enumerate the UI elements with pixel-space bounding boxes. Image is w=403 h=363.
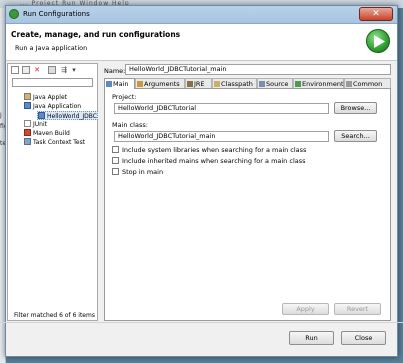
tab-common[interactable]: Common xyxy=(344,78,391,88)
revert-button[interactable]: Revert xyxy=(334,303,381,315)
tree-item-java-applet[interactable]: Java Applet xyxy=(24,93,67,102)
maven-icon xyxy=(24,129,31,136)
duplicate-icon[interactable] xyxy=(22,66,30,74)
tree-toolbar: ✕ ⇶ ▾ xyxy=(9,65,98,76)
java-application-icon xyxy=(38,112,45,119)
checkbox-box[interactable] xyxy=(112,157,119,164)
main-class-field[interactable]: HelloWorld_JDBCTutorial_main xyxy=(114,131,329,142)
filter-input[interactable] xyxy=(12,78,93,87)
include-system-libraries-checkbox[interactable]: Include system libraries when searching … xyxy=(112,146,306,155)
jre-icon xyxy=(187,81,193,87)
tab-environment[interactable]: Environment xyxy=(293,78,344,88)
task-icon xyxy=(24,138,31,145)
project-label: Project: xyxy=(112,93,137,101)
apply-button[interactable]: Apply xyxy=(282,303,329,315)
name-label: Name: xyxy=(104,67,126,75)
include-inherited-mains-checkbox[interactable]: Include inherited mains when searching f… xyxy=(112,157,306,166)
tab-source[interactable]: Source xyxy=(257,78,293,88)
configuration-tree-pane: ✕ ⇶ ▾ Java Applet Java Application Hello… xyxy=(7,63,98,321)
classpath-icon xyxy=(214,81,220,87)
config-tabs: Main Arguments JRE Classpath Source Envi… xyxy=(104,78,391,89)
name-field[interactable]: HelloWorld_JDBCTutorial_main xyxy=(125,64,391,75)
close-button[interactable]: Close xyxy=(341,331,386,345)
search-button[interactable]: Search... xyxy=(334,130,377,142)
tree-item-helloworld-config[interactable]: HelloWorld_JDBC xyxy=(37,111,98,120)
tab-arguments[interactable]: Arguments xyxy=(135,78,185,88)
tab-jre[interactable]: JRE xyxy=(185,78,212,88)
junit-icon xyxy=(24,120,31,127)
stop-in-main-checkbox[interactable]: Stop in main xyxy=(112,168,163,177)
title-bar[interactable]: Run Configurations ✕ xyxy=(6,6,397,24)
tab-main[interactable]: Main xyxy=(104,78,135,89)
filter-status: Filter matched 6 of 6 items xyxy=(14,312,95,319)
filter-icon[interactable]: ⇶ xyxy=(60,66,68,74)
collapse-all-icon[interactable] xyxy=(48,66,56,74)
main-tab-icon xyxy=(106,81,112,87)
tab-classpath[interactable]: Classpath xyxy=(212,78,257,88)
project-field[interactable]: HelloWorld_JDBCTutorial xyxy=(114,103,329,114)
new-configuration-icon[interactable] xyxy=(11,66,19,74)
environment-icon xyxy=(295,81,301,87)
footer-divider xyxy=(0,322,403,323)
source-icon xyxy=(259,81,265,87)
checkbox-box[interactable] xyxy=(112,146,119,153)
background-fragment: J xyxy=(0,112,2,119)
window-title: Run Configurations xyxy=(23,10,90,18)
main-class-label: Main class: xyxy=(112,121,148,129)
chevron-down-icon[interactable]: ▾ xyxy=(70,66,78,74)
run-icon xyxy=(9,9,19,19)
header-subtitle: Run a Java application xyxy=(15,44,88,52)
run-play-icon xyxy=(366,29,390,53)
tree-item-junit[interactable]: JUnit xyxy=(24,120,47,129)
checkbox-box[interactable] xyxy=(112,168,119,175)
run-button[interactable]: Run xyxy=(289,331,334,345)
java-application-icon xyxy=(24,102,31,109)
browse-button[interactable]: Browse... xyxy=(334,102,377,114)
common-icon xyxy=(346,81,352,87)
dialog-header: Create, manage, and run configurations R… xyxy=(6,24,397,61)
tree-item-maven-build[interactable]: Maven Build xyxy=(24,129,70,138)
tree-item-task-context-test[interactable]: Task Context Test xyxy=(24,138,85,147)
applet-icon xyxy=(24,93,31,100)
close-window-button[interactable]: ✕ xyxy=(359,7,393,21)
tree-item-java-application[interactable]: Java Application xyxy=(24,102,81,111)
header-title: Create, manage, and run configurations xyxy=(11,30,181,39)
delete-icon[interactable]: ✕ xyxy=(33,66,41,74)
arguments-icon xyxy=(137,81,143,87)
